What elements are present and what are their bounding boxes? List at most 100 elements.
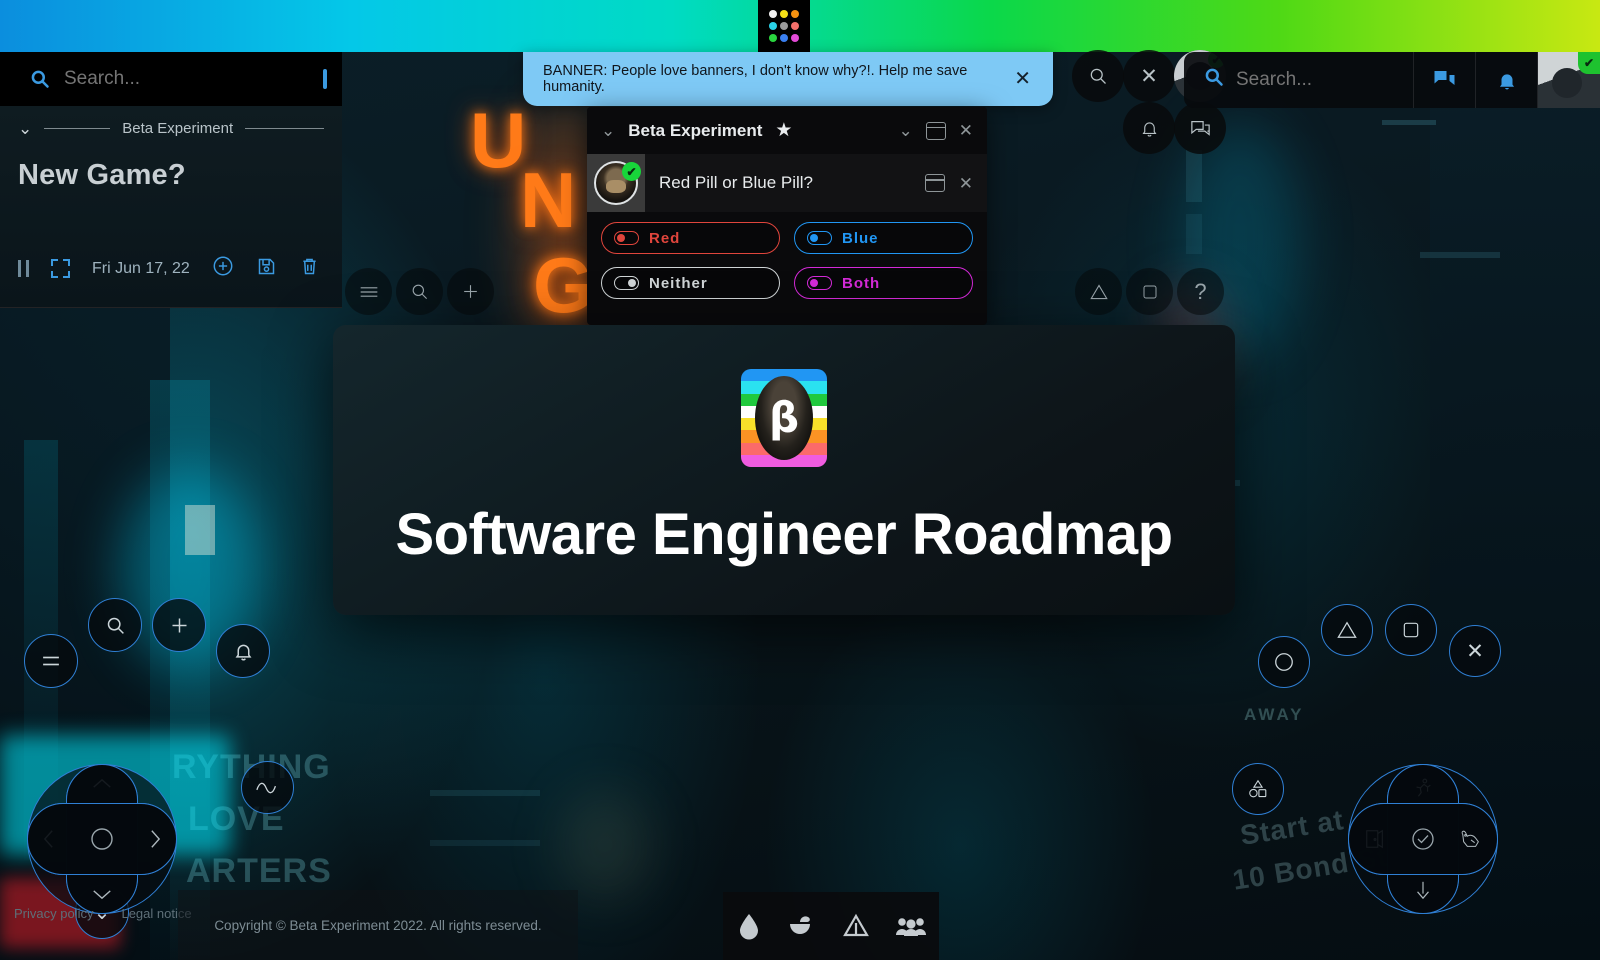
left-panel-toolbar: Fri Jun 17, 22	[18, 255, 320, 282]
messages-fab[interactable]	[1174, 102, 1226, 154]
option-label: Blue	[842, 229, 879, 247]
dpad-center-button[interactable]	[80, 817, 124, 861]
close-icon[interactable]: ✕	[959, 122, 973, 139]
fullscreen-icon[interactable]	[51, 259, 70, 278]
pill-options-grid: Red Blue Neither Both	[587, 212, 987, 299]
divider	[44, 128, 111, 129]
water-drop-icon[interactable]	[736, 912, 762, 940]
footer-links: Privacy policy Legal notice	[14, 906, 192, 921]
notifications-fab[interactable]	[1123, 102, 1175, 154]
verified-badge-icon: ✔	[1578, 52, 1600, 74]
panel-layout-icon[interactable]	[323, 69, 327, 89]
trash-icon[interactable]	[299, 256, 320, 282]
search-input[interactable]	[1236, 69, 1356, 91]
avatar[interactable]: ✔	[1538, 52, 1600, 108]
dpad-right	[1348, 764, 1498, 914]
section-label: Beta Experiment	[122, 120, 234, 137]
option-label: Neither	[649, 274, 708, 292]
search-fab[interactable]	[88, 598, 142, 652]
avatar[interactable]: ✔	[587, 154, 645, 212]
toggle-red[interactable]	[614, 231, 639, 245]
search-input[interactable]	[64, 68, 309, 90]
app-launcher-dot-5[interactable]	[779, 22, 788, 30]
food-bowl-icon[interactable]	[787, 913, 817, 939]
search-field-group	[1184, 52, 1414, 108]
option-pill-red[interactable]: Red	[601, 222, 780, 254]
banner-message: People love banners, I don't know why?!.…	[543, 63, 968, 95]
panel-layout-icon[interactable]	[924, 174, 945, 192]
search-fab[interactable]	[396, 268, 443, 315]
app-launcher-dot-3[interactable]	[790, 10, 799, 18]
page-title: New Game?	[18, 159, 186, 191]
banner-text: BANNER: People love banners, I don't kno…	[543, 63, 1000, 95]
menu-fab[interactable]	[345, 268, 392, 315]
app-launcher-dot-1[interactable]	[769, 10, 778, 18]
dpad-center-button[interactable]	[1401, 817, 1445, 861]
triangle-fab[interactable]	[1075, 268, 1122, 315]
window-title: Beta Experiment	[628, 120, 763, 140]
banner-close-button[interactable]: ✕	[1010, 67, 1035, 91]
app-launcher-dot-7[interactable]	[769, 34, 778, 42]
toggle-neither[interactable]	[614, 276, 639, 290]
option-pill-both[interactable]: Both	[794, 267, 973, 299]
option-label: Both	[842, 274, 881, 292]
sub-window-title: Red Pill or Blue Pill?	[659, 173, 814, 192]
red-pill-window-titlebar: ✔ Red Pill or Blue Pill? ✕	[587, 154, 987, 212]
beta-logo: β	[741, 369, 827, 467]
panel-layout-icon[interactable]	[925, 121, 946, 140]
app-launcher-dot-8[interactable]	[779, 34, 788, 42]
chevron-down-icon[interactable]: ⌄	[18, 120, 32, 137]
banner-prefix: BANNER:	[543, 63, 608, 79]
copyright-text: Copyright © Beta Experiment 2022. All ri…	[178, 890, 578, 960]
left-panel-body: ⌄ Beta Experiment New Game? Fri Jun 17, …	[0, 106, 342, 307]
chevron-down-icon[interactable]: ⌄	[601, 122, 615, 139]
search-icon	[30, 69, 50, 89]
app-launcher[interactable]	[758, 0, 810, 52]
app-root: U N G RYTHING LOVE ARTERS Start at 10 Bo…	[0, 0, 1600, 960]
banner: BANNER: People love banners, I don't kno…	[523, 52, 1053, 106]
logo-center: β	[755, 376, 813, 460]
help-fab[interactable]: ?	[1177, 268, 1224, 315]
left-panel: ⌄ Beta Experiment New Game? Fri Jun 17, …	[0, 52, 342, 308]
circle-fab[interactable]	[1258, 636, 1310, 688]
menu-fab[interactable]	[24, 634, 78, 688]
toggle-both[interactable]	[807, 276, 832, 290]
notifications-fab[interactable]	[216, 624, 270, 678]
app-launcher-dot-4[interactable]	[769, 22, 778, 30]
pause-icon[interactable]	[18, 260, 29, 277]
option-pill-blue[interactable]: Blue	[794, 222, 973, 254]
close-fab[interactable]: ✕	[1449, 625, 1501, 677]
square-fab[interactable]	[1385, 604, 1437, 656]
chevron-down-icon[interactable]: ⌄	[899, 122, 913, 139]
logo-beta-symbol: β	[768, 393, 800, 442]
beta-window-titlebar: ⌄ Beta Experiment ★ ⌄ ✕	[587, 107, 987, 154]
search-fab[interactable]	[1072, 50, 1124, 102]
divider	[245, 128, 324, 129]
wave-fab[interactable]	[241, 761, 294, 814]
messages-button[interactable]	[1414, 52, 1476, 108]
add-fab[interactable]	[152, 598, 206, 652]
tent-icon[interactable]	[842, 913, 870, 939]
triangle-fab[interactable]	[1321, 604, 1373, 656]
people-group-icon[interactable]	[895, 914, 927, 938]
floppy-save-icon[interactable]	[256, 256, 277, 282]
plus-circle-icon[interactable]	[212, 255, 234, 282]
privacy-policy-link[interactable]: Privacy policy	[14, 906, 93, 921]
app-launcher-dot-2[interactable]	[779, 10, 788, 18]
right-top-bar: ✔	[1184, 52, 1600, 108]
app-launcher-dot-6[interactable]	[790, 22, 799, 30]
section-header: ⌄ Beta Experiment	[18, 120, 324, 137]
square-fab[interactable]	[1126, 268, 1173, 315]
left-panel-header	[0, 52, 342, 106]
add-fab[interactable]	[447, 268, 494, 315]
option-label: Red	[649, 229, 681, 247]
modal-title: Software Engineer Roadmap	[395, 502, 1173, 567]
notifications-button[interactable]	[1476, 52, 1538, 108]
app-launcher-dot-9[interactable]	[790, 34, 799, 42]
option-pill-neither[interactable]: Neither	[601, 267, 780, 299]
toggle-blue[interactable]	[807, 231, 832, 245]
close-icon[interactable]: ✕	[959, 175, 973, 192]
shapes-fab[interactable]	[1232, 763, 1284, 815]
close-fab[interactable]: ✕	[1123, 50, 1175, 102]
star-icon[interactable]: ★	[775, 119, 792, 142]
